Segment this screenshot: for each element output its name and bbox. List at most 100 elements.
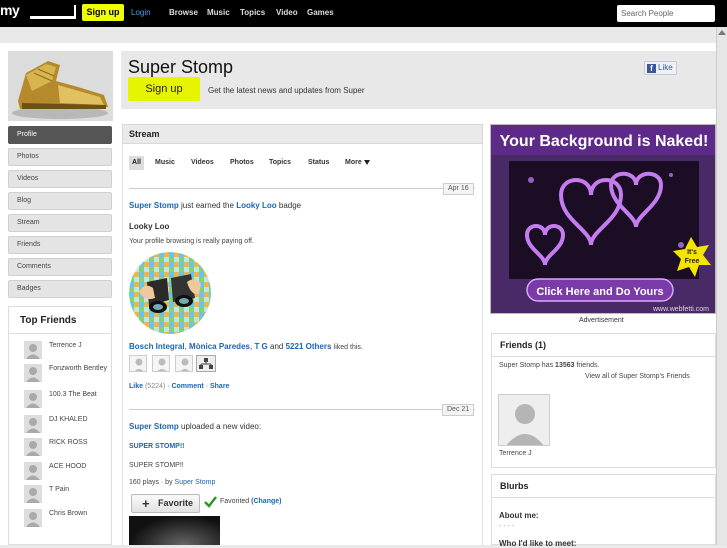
- liker-avatar[interactable]: [175, 355, 193, 372]
- friends-panel-title: Friends (1): [500, 340, 547, 350]
- top-friend-name: ACE HOOD: [49, 463, 87, 470]
- liker-link[interactable]: T G: [254, 342, 267, 351]
- logo-mark: [74, 5, 76, 19]
- like-count: (5224): [144, 383, 166, 390]
- video-thumbnail[interactable]: [129, 516, 220, 545]
- change-link[interactable]: (Change): [251, 498, 281, 505]
- default-avatar-icon: [24, 364, 42, 382]
- favorite-button[interactable]: + Favorite: [131, 494, 200, 513]
- badge-title-link[interactable]: Looky Loo: [129, 222, 169, 231]
- default-avatar-icon: [24, 415, 42, 433]
- separator: ,: [184, 342, 187, 351]
- video-meta: 160 plays · by Super Stomp: [129, 479, 215, 486]
- separator: ·: [167, 383, 170, 390]
- more-likers-icon[interactable]: [196, 355, 216, 372]
- filter-tab-topics[interactable]: Topics: [269, 159, 291, 166]
- profile-avatar[interactable]: [8, 51, 113, 121]
- left-nav-profile[interactable]: Profile: [8, 126, 112, 144]
- liker-link[interactable]: Mònica Paredes: [189, 342, 250, 351]
- friend-avatar[interactable]: [498, 394, 550, 446]
- logo-underline: [30, 16, 75, 19]
- liker-avatar[interactable]: [129, 355, 147, 372]
- left-nav-photos[interactable]: Photos: [8, 148, 112, 166]
- filter-tab-status[interactable]: Status: [308, 159, 329, 166]
- advertisement-banner[interactable]: Your Background is Naked! It's Free Clic…: [490, 124, 716, 314]
- divider: [492, 356, 715, 357]
- blurbs-panel: Blurbs: [491, 474, 716, 545]
- login-link[interactable]: Login: [131, 8, 151, 17]
- nav-games[interactable]: Games: [307, 8, 334, 17]
- activity-line: Super Stomp uploaded a new video:: [129, 422, 261, 431]
- nav-video[interactable]: Video: [276, 8, 298, 17]
- nav-browse[interactable]: Browse: [169, 8, 198, 17]
- filter-tab-photos[interactable]: Photos: [230, 159, 254, 166]
- about-me-value: - - - -: [499, 523, 515, 530]
- comment-action[interactable]: Comment: [171, 383, 203, 390]
- signup-button[interactable]: Sign up: [128, 77, 200, 101]
- divider: [129, 188, 475, 189]
- divider: [129, 409, 475, 410]
- left-nav-stream[interactable]: Stream: [8, 214, 112, 232]
- activity-verb: uploaded a new video:: [181, 422, 262, 431]
- binoculars-badge-icon: [129, 252, 211, 334]
- share-action[interactable]: Share: [210, 383, 229, 390]
- entry-date: Apr 16: [443, 183, 474, 195]
- top-friend-name: 100.3 The Beat: [49, 391, 97, 398]
- video-title-link[interactable]: SUPER STOMP!!: [129, 443, 185, 450]
- nav-topics[interactable]: Topics: [240, 8, 265, 17]
- filter-tab-more[interactable]: More: [345, 159, 370, 166]
- top-friend-name: T Pain: [49, 486, 70, 493]
- left-nav-friends[interactable]: Friends: [8, 236, 112, 254]
- entry-actions: Like (5224) · Comment · Share: [129, 383, 229, 390]
- friends-summary: Super Stomp has 13563 friends.: [499, 362, 599, 369]
- summary-suffix: friends.: [576, 362, 600, 369]
- top-friend-name: Chris Brown: [49, 510, 88, 517]
- plus-icon: +: [142, 496, 150, 511]
- actor-link[interactable]: Super Stomp: [129, 201, 179, 210]
- liked-suffix: liked this.: [333, 344, 363, 351]
- liker-avatar[interactable]: [152, 355, 170, 372]
- scrollbar[interactable]: [716, 27, 727, 545]
- nav-music[interactable]: Music: [207, 8, 230, 17]
- default-avatar-icon: [24, 485, 42, 503]
- friend-name[interactable]: Terrence J: [499, 450, 532, 457]
- others-link[interactable]: 5221 Others: [286, 342, 332, 351]
- left-nav-blog[interactable]: Blog: [8, 192, 112, 210]
- view-all-friends-link[interactable]: View all of Super Stomp's Friends: [585, 373, 690, 380]
- uploader-link[interactable]: Super Stomp: [175, 479, 216, 486]
- more-label: More: [345, 159, 362, 166]
- left-nav-badges[interactable]: Badges: [8, 280, 112, 298]
- default-avatar-icon: [24, 462, 42, 480]
- signup-button-top[interactable]: Sign up: [82, 4, 124, 21]
- badge-link[interactable]: Looky Loo: [236, 201, 276, 210]
- separator: ,: [249, 342, 253, 351]
- top-friends-title: Top Friends: [20, 315, 77, 326]
- ad-burst-line2: Free: [685, 258, 700, 265]
- divider: [9, 333, 111, 334]
- actor-link[interactable]: Super Stomp: [129, 422, 179, 431]
- top-bar: my Sign up Login Browse Music Topics Vid…: [0, 0, 727, 27]
- scroll-up-arrow-icon[interactable]: [718, 30, 726, 35]
- profile-name: Super Stomp: [128, 57, 234, 77]
- caret-down-icon: [363, 159, 370, 165]
- looky-loo-badge[interactable]: [129, 252, 211, 334]
- divider: [492, 497, 715, 498]
- search-input[interactable]: Search People: [617, 5, 715, 22]
- left-nav-comments[interactable]: Comments: [8, 258, 112, 276]
- who-to-meet-label: Who I'd like to meet:: [499, 539, 577, 548]
- stream-header: Stream: [122, 124, 483, 144]
- left-nav-videos[interactable]: Videos: [8, 170, 112, 188]
- liker-link[interactable]: Bosch Integral: [129, 342, 185, 351]
- facebook-like-button[interactable]: f Like: [644, 61, 677, 75]
- liked-by-line: Bosch Integral, Mònica Paredes, T G and …: [129, 342, 363, 351]
- filter-tab-music[interactable]: Music: [155, 159, 175, 166]
- separator: ·: [205, 383, 209, 390]
- activity-suffix: badge: [278, 201, 302, 210]
- filter-tab-all[interactable]: All: [129, 156, 144, 170]
- facebook-icon: f: [647, 64, 656, 73]
- like-action[interactable]: Like: [129, 383, 143, 390]
- filter-tab-videos[interactable]: Videos: [191, 159, 214, 166]
- ad-cta: Click Here and Do Yours: [536, 286, 663, 298]
- myspace-logo[interactable]: my: [0, 2, 20, 18]
- top-friend-name: Fonzworth Bentley: [49, 365, 107, 372]
